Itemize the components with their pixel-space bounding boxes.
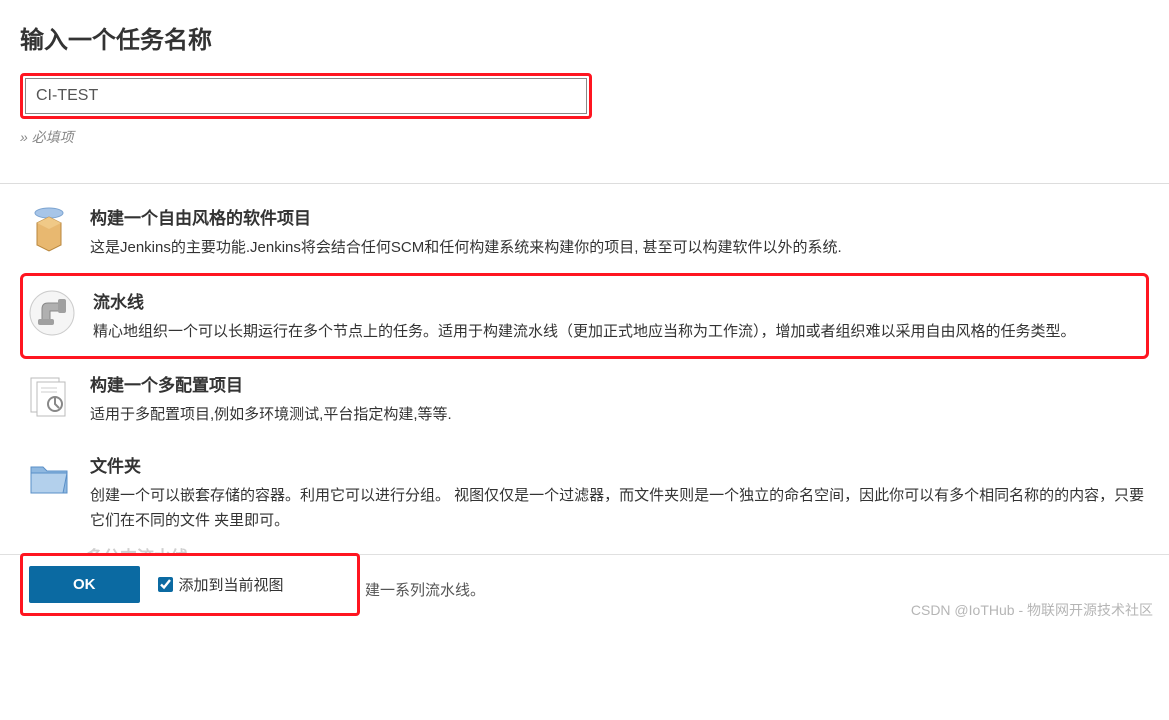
ok-button[interactable]: OK xyxy=(29,566,140,603)
option-freestyle-desc: 这是Jenkins的主要功能.Jenkins将会结合任何SCM和任何构建系统来构… xyxy=(90,235,1145,261)
option-folder-title: 文件夹 xyxy=(90,452,1145,477)
option-folder-desc: 创建一个可以嵌套存储的容器。利用它可以进行分组。 视图仅仅是一个过滤器，而文件夹… xyxy=(90,483,1145,534)
folder-icon xyxy=(24,452,74,502)
required-hint: » 必填项 xyxy=(20,127,1149,147)
option-freestyle[interactable]: 构建一个自由风格的软件项目 这是Jenkins的主要功能.Jenkins将会结合… xyxy=(20,192,1149,273)
task-name-input[interactable] xyxy=(25,78,587,114)
pipe-icon xyxy=(27,288,77,338)
option-pipeline[interactable]: 流水线 精心地组织一个可以长期运行在多个节点上的任务。适用于构建流水线（更加正式… xyxy=(20,273,1149,360)
option-multi-config[interactable]: 构建一个多配置项目 适用于多配置项目,例如多环境测试,平台指定构建,等等. xyxy=(20,359,1149,440)
option-pipeline-title: 流水线 xyxy=(93,288,1142,313)
name-input-highlight xyxy=(20,73,592,119)
box-icon xyxy=(24,204,74,254)
page-title: 输入一个任务名称 xyxy=(20,20,1149,55)
option-freestyle-title: 构建一个自由风格的软件项目 xyxy=(90,204,1145,229)
option-folder[interactable]: 文件夹 创建一个可以嵌套存储的容器。利用它可以进行分组。 视图仅仅是一个过滤器，… xyxy=(20,440,1149,546)
option-pipeline-desc: 精心地组织一个可以长期运行在多个节点上的任务。适用于构建流水线（更加正式地应当称… xyxy=(93,319,1142,345)
papers-icon xyxy=(24,371,74,421)
option-multi-config-desc: 适用于多配置项目,例如多环境测试,平台指定构建,等等. xyxy=(90,402,1145,428)
add-to-view-label: 添加到当前视图 xyxy=(179,574,284,595)
option-multi-config-title: 构建一个多配置项目 xyxy=(90,371,1145,396)
watermark: CSDN @IoTHub - 物联网开源技术社区 xyxy=(911,600,1153,620)
add-to-view-checkbox[interactable] xyxy=(158,577,173,592)
multibranch-desc-trail: 建一系列流水线。 xyxy=(365,579,485,600)
